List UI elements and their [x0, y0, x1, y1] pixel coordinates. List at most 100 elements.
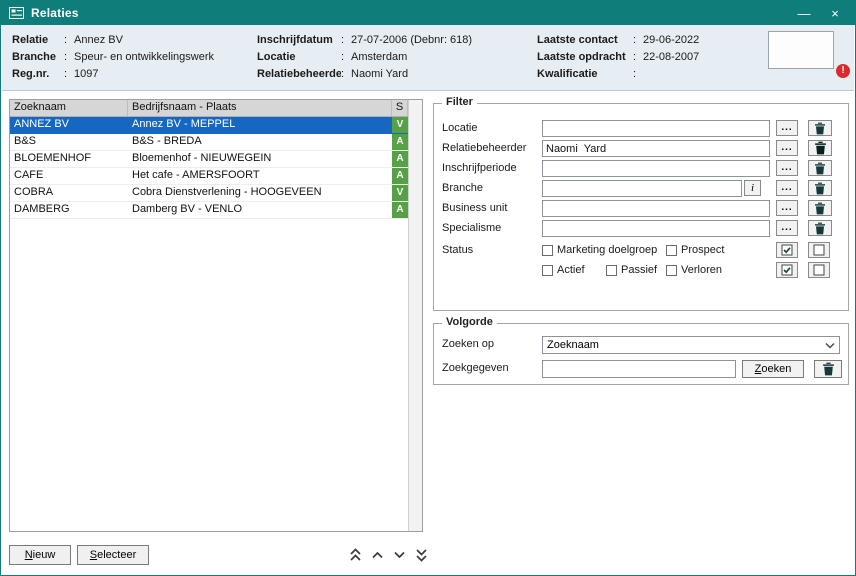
- business-unit-filter-input[interactable]: [542, 200, 770, 217]
- last-record-button[interactable]: [413, 547, 430, 562]
- trash-icon: [814, 182, 826, 195]
- colon: :: [633, 51, 643, 63]
- list-row[interactable]: CAFE Het cafe - AMERSFOORT A: [10, 168, 422, 185]
- passief-label: Passief: [621, 264, 657, 276]
- nieuw-button[interactable]: Nieuw: [9, 545, 71, 565]
- locatie-lookup-button[interactable]: ...: [776, 120, 798, 136]
- titlebar[interactable]: Relaties — ×: [1, 1, 855, 25]
- field-locatie: Locatie : Amsterdam: [257, 48, 472, 65]
- branche-filter-input[interactable]: [542, 180, 742, 197]
- chevron-down-icon: [825, 342, 835, 349]
- colon: :: [64, 51, 74, 63]
- marketing-doelgroep-label: Marketing doelgroep: [557, 244, 657, 256]
- previous-record-button[interactable]: [369, 547, 386, 562]
- first-record-button[interactable]: [347, 547, 364, 562]
- cell-zoeknaam: DAMBERG: [10, 202, 128, 218]
- field-label: Inschrijfdatum: [257, 34, 341, 46]
- relatiebeheerder-clear-button[interactable]: [808, 140, 832, 156]
- selecteer-button[interactable]: Selecteer: [77, 545, 149, 565]
- status-uncheck-all-button[interactable]: [808, 242, 830, 258]
- filter-label-specialisme: Specialisme: [442, 222, 501, 234]
- field-value: Amsterdam: [351, 51, 407, 63]
- branche-info-button[interactable]: i: [744, 180, 761, 196]
- business-unit-lookup-button[interactable]: ...: [776, 200, 798, 216]
- specialisme-filter-input[interactable]: [542, 220, 770, 237]
- status-badge: V: [392, 185, 408, 201]
- column-header-status[interactable]: S: [392, 100, 408, 116]
- filter-group: Filter Locatie ... Relatiebeheerder ... …: [433, 103, 849, 311]
- zoeken-button[interactable]: Zoeken: [742, 360, 804, 378]
- field-relatie: Relatie : Annez BV: [12, 31, 214, 48]
- cell-bedrijfsnaam: Annez BV - MEPPEL: [128, 117, 392, 133]
- status-check-all-button-2[interactable]: [776, 262, 798, 278]
- inschrijfperiode-lookup-button[interactable]: ...: [776, 160, 798, 176]
- next-record-button[interactable]: [391, 547, 408, 562]
- filter-label-relatiebeheerder: Relatiebeheerder: [442, 142, 526, 154]
- field-label: Locatie: [257, 51, 341, 63]
- cell-bedrijfsnaam: Bloemenhof - NIEUWEGEIN: [128, 151, 392, 167]
- zoeken-op-label: Zoeken op: [442, 338, 494, 350]
- zoek-clear-button[interactable]: [814, 360, 842, 378]
- business-unit-clear-button[interactable]: [808, 200, 832, 216]
- status-badge: A: [392, 134, 408, 150]
- field-regnr: Reg.nr. : 1097: [12, 65, 214, 82]
- filter-label-business-unit: Business unit: [442, 202, 507, 214]
- zoeken-op-select[interactable]: Zoeknaam: [542, 336, 840, 354]
- field-label: Laatste contact: [537, 34, 633, 46]
- status-check-all-button[interactable]: [776, 242, 798, 258]
- status-uncheck-all-button-2[interactable]: [808, 262, 830, 278]
- cell-bedrijfsnaam: Cobra Dienstverlening - HOOGEVEEN: [128, 185, 392, 201]
- prospect-label: Prospect: [681, 244, 724, 256]
- actief-checkbox[interactable]: [542, 265, 553, 276]
- summary-column-1: Relatie : Annez BV Branche : Speur- en o…: [12, 31, 214, 82]
- inschrijfperiode-filter-input[interactable]: [542, 160, 770, 177]
- zoeken-op-row: Zoeken op Zoeknaam: [434, 336, 848, 354]
- cell-zoeknaam: CAFE: [10, 168, 128, 184]
- filter-label-branche: Branche: [442, 182, 483, 194]
- trash-icon: [814, 202, 826, 215]
- locatie-clear-button[interactable]: [808, 120, 832, 136]
- field-label: Reg.nr.: [12, 68, 64, 80]
- checked-box-icon: [781, 244, 793, 256]
- close-button[interactable]: ×: [823, 6, 847, 21]
- branche-clear-button[interactable]: [808, 180, 832, 196]
- list-row[interactable]: BLOEMENHOF Bloemenhof - NIEUWEGEIN A: [10, 151, 422, 168]
- minimize-button[interactable]: —: [792, 6, 816, 21]
- status-label: Status: [442, 244, 473, 256]
- list-header[interactable]: Zoeknaam Bedrijfsnaam - Plaats S: [10, 100, 422, 117]
- zoekgegeven-input[interactable]: [542, 360, 736, 378]
- list-scrollbar[interactable]: [408, 100, 422, 531]
- specialisme-lookup-button[interactable]: ...: [776, 220, 798, 236]
- specialisme-clear-button[interactable]: [808, 220, 832, 236]
- filter-label-locatie: Locatie: [442, 122, 477, 134]
- cell-bedrijfsnaam: Damberg BV - VENLO: [128, 202, 392, 218]
- passief-checkbox[interactable]: [606, 265, 617, 276]
- relatiebeheerder-filter-input[interactable]: [542, 140, 770, 157]
- locatie-filter-input[interactable]: [542, 120, 770, 137]
- list-row[interactable]: DAMBERG Damberg BV - VENLO A: [10, 202, 422, 219]
- marketing-doelgroep-checkbox[interactable]: [542, 245, 553, 256]
- cell-zoeknaam: BLOEMENHOF: [10, 151, 128, 167]
- trash-icon: [814, 162, 826, 175]
- list-row[interactable]: ANNEZ BV Annez BV - MEPPEL V: [10, 117, 422, 134]
- list-row[interactable]: COBRA Cobra Dienstverlening - HOOGEVEEN …: [10, 185, 422, 202]
- cell-zoeknaam: B&S: [10, 134, 128, 150]
- list-row[interactable]: B&S B&S - BREDA A: [10, 134, 422, 151]
- column-header-bedrijfsnaam[interactable]: Bedrijfsnaam - Plaats: [128, 100, 392, 116]
- verloren-checkbox[interactable]: [666, 265, 677, 276]
- prospect-checkbox[interactable]: [666, 245, 677, 256]
- verloren-label: Verloren: [681, 264, 722, 276]
- relaties-window-icon: [9, 7, 24, 19]
- cell-zoeknaam: COBRA: [10, 185, 128, 201]
- branche-lookup-button[interactable]: ...: [776, 180, 798, 196]
- summary-column-3: Laatste contact : 29-06-2022 Laatste opd…: [537, 31, 699, 82]
- relatiebeheerder-lookup-button[interactable]: ...: [776, 140, 798, 156]
- column-header-zoeknaam[interactable]: Zoeknaam: [10, 100, 128, 116]
- relations-list: Zoeknaam Bedrijfsnaam - Plaats S ANNEZ B…: [9, 99, 423, 532]
- alert-icon[interactable]: !: [836, 64, 850, 78]
- inschrijfperiode-clear-button[interactable]: [808, 160, 832, 176]
- field-value: 22-08-2007: [643, 51, 699, 63]
- colon: :: [341, 68, 351, 80]
- field-label: Kwalificatie: [537, 68, 633, 80]
- field-value: 29-06-2022: [643, 34, 699, 46]
